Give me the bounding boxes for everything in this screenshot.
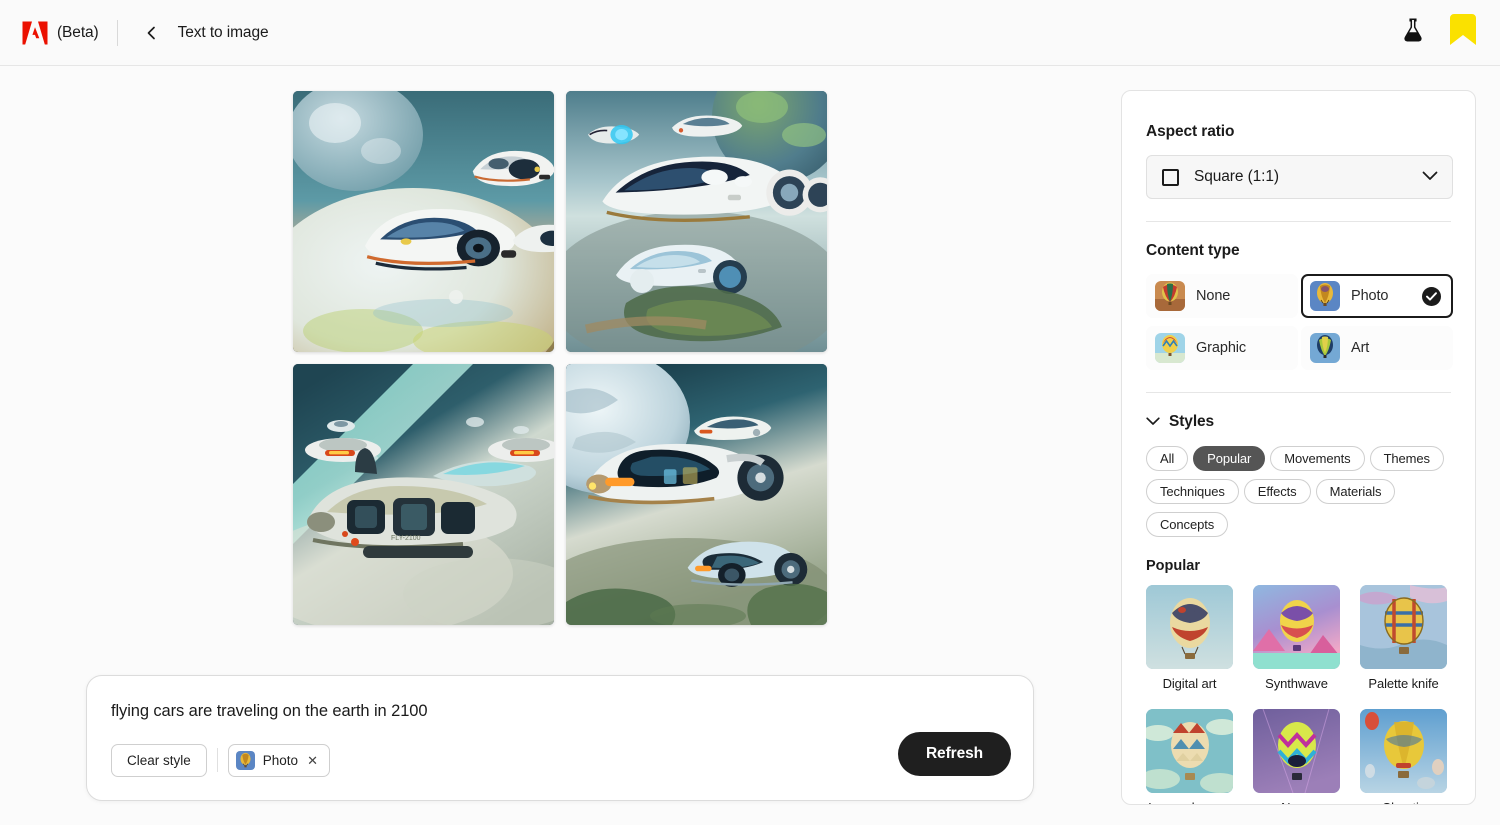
style-option-neon[interactable]: Neon <box>1253 709 1340 804</box>
content-type-label: Graphic <box>1196 340 1247 356</box>
content-type-label: Photo <box>1351 288 1389 304</box>
prompt-bar[interactable]: flying cars are traveling on the earth i… <box>86 675 1034 801</box>
content-type-heading: Content type <box>1146 242 1240 259</box>
main-canvas: FLY-2100 flying cars are traveling on th… <box>0 66 1100 825</box>
prompt-controls-row: Clear style Photo ✕ Refresh <box>111 731 1011 777</box>
page-title: Text to image <box>177 23 269 41</box>
prompt-input[interactable]: flying cars are traveling on the earth i… <box>111 702 1011 722</box>
style-thumbnail <box>1253 585 1340 669</box>
brand-group: (Beta) <box>22 21 99 45</box>
style-thumbnail-grid: Digital art Synthwave Palette knife <box>1146 585 1451 804</box>
styles-collapse-toggle[interactable]: Styles <box>1146 413 1451 431</box>
beta-label: (Beta) <box>57 23 99 41</box>
style-label: Layered paper <box>1146 800 1233 804</box>
styles-heading: Styles <box>1169 413 1215 430</box>
generated-image-3[interactable]: FLY-2100 <box>293 364 554 625</box>
style-thumbnail <box>1146 709 1233 793</box>
content-type-label: None <box>1196 288 1231 304</box>
style-filter-chips: All Popular Movements Themes Techniques … <box>1146 446 1456 537</box>
style-label: Palette knife <box>1368 676 1439 691</box>
balloon-thumbnail-icon <box>1155 333 1185 363</box>
prompt-chip-divider <box>216 748 218 773</box>
style-label: Chaotic <box>1360 800 1447 804</box>
style-filter-movements[interactable]: Movements <box>1270 446 1365 471</box>
chevron-down-icon <box>1146 413 1160 431</box>
style-option-digital-art[interactable]: Digital art <box>1146 585 1233 691</box>
style-group-heading: Popular <box>1146 558 1200 574</box>
content-type-option-graphic[interactable]: Graphic <box>1146 326 1298 370</box>
style-thumbnail <box>1360 585 1447 669</box>
app-header: (Beta) Text to image <box>0 0 1500 66</box>
style-thumbnail <box>1253 709 1340 793</box>
style-label: Neon <box>1253 800 1340 804</box>
applied-style-label: Photo <box>262 752 299 768</box>
content-type-grid: None Photo Graphic Art <box>1146 274 1453 370</box>
svg-text:FLY-2100: FLY-2100 <box>391 535 421 542</box>
generated-image-4[interactable] <box>566 364 827 625</box>
settings-panel: Aspect ratio Square (1:1) Content type N… <box>1121 90 1476 805</box>
style-filter-materials[interactable]: Materials <box>1315 479 1396 504</box>
style-filter-all[interactable]: All <box>1146 446 1189 471</box>
style-label: Digital art <box>1162 676 1217 691</box>
close-icon[interactable]: ✕ <box>307 754 318 767</box>
check-icon <box>1422 286 1441 306</box>
flask-button[interactable] <box>1396 16 1430 50</box>
back-button[interactable] <box>138 19 166 47</box>
flask-icon <box>1402 18 1424 47</box>
style-filter-techniques[interactable]: Techniques <box>1146 479 1239 504</box>
aspect-ratio-select[interactable]: Square (1:1) <box>1146 155 1453 199</box>
aspect-ratio-value: Square (1:1) <box>1194 168 1279 185</box>
content-type-label: Art <box>1351 340 1370 356</box>
style-filter-themes[interactable]: Themes <box>1369 446 1444 471</box>
generated-image-1[interactable] <box>293 91 554 352</box>
applied-style-chip[interactable]: Photo ✕ <box>227 743 330 777</box>
content-type-option-photo[interactable]: Photo <box>1301 274 1453 318</box>
generated-image-2[interactable] <box>566 91 827 352</box>
chevron-down-icon <box>1422 168 1438 186</box>
style-filter-popular[interactable]: Popular <box>1193 446 1266 471</box>
aspect-ratio-heading: Aspect ratio <box>1146 123 1235 140</box>
balloon-thumbnail-icon <box>235 750 255 770</box>
balloon-thumbnail-icon <box>1310 333 1340 363</box>
style-thumbnail <box>1360 709 1447 793</box>
balloon-thumbnail-icon <box>1155 281 1185 311</box>
header-divider <box>116 19 118 46</box>
aspect-ratio-section: Aspect ratio Square (1:1) <box>1146 91 1453 199</box>
square-icon <box>1162 168 1179 186</box>
content-type-option-art[interactable]: Art <box>1301 326 1453 370</box>
bookmark-button[interactable] <box>1446 13 1480 52</box>
style-option-layered-paper[interactable]: Layered paper <box>1146 709 1233 804</box>
balloon-thumbnail-icon <box>1310 281 1340 311</box>
clear-style-button[interactable]: Clear style <box>111 743 207 777</box>
adobe-logo <box>22 21 48 45</box>
header-actions <box>1396 13 1480 52</box>
styles-section: Styles All Popular Movements Themes Tech… <box>1146 393 1451 804</box>
style-label: Synthwave <box>1265 676 1328 691</box>
style-option-synthwave[interactable]: Synthwave <box>1253 585 1340 691</box>
style-thumbnail <box>1146 585 1233 669</box>
style-option-chaotic[interactable]: Chaotic <box>1360 709 1447 804</box>
style-option-palette-knife[interactable]: Palette knife <box>1360 585 1447 691</box>
content-type-option-none[interactable]: None <box>1146 274 1298 318</box>
bookmark-icon <box>1447 13 1479 52</box>
content-type-section: Content type None Photo Graphic Art <box>1146 222 1453 370</box>
chevron-left-icon <box>145 26 159 40</box>
style-filter-concepts[interactable]: Concepts <box>1146 512 1229 537</box>
refresh-button[interactable]: Refresh <box>897 731 1011 776</box>
style-filter-effects[interactable]: Effects <box>1243 479 1311 504</box>
generated-image-grid: FLY-2100 <box>293 91 828 626</box>
